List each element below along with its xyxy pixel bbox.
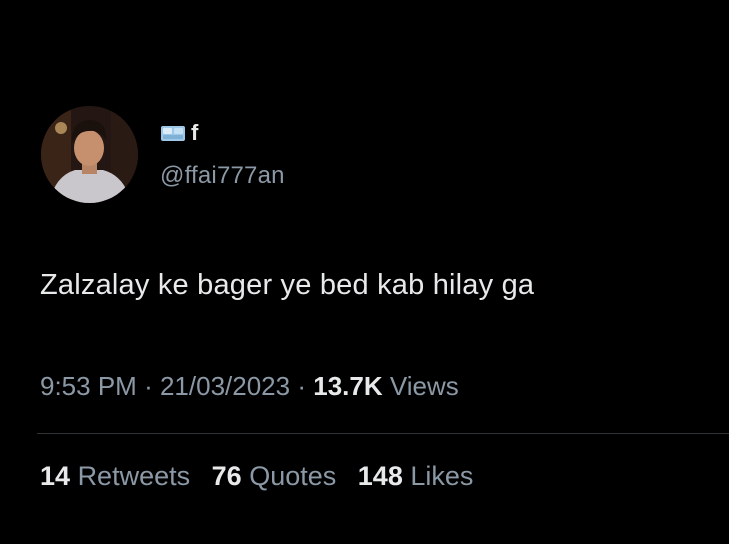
views-label: Views <box>389 371 459 401</box>
quotes-count: 76 <box>211 461 242 491</box>
display-name: f <box>191 120 199 145</box>
tweet-date[interactable]: 21/03/2023 <box>160 371 290 401</box>
views-count: 13.7K <box>313 371 383 401</box>
author-name-row[interactable]: f <box>160 121 198 145</box>
tweet-stats: 14 Retweets 76 Quotes 148 Likes <box>40 458 487 494</box>
quotes-label: Quotes <box>249 461 337 491</box>
divider <box>37 433 729 434</box>
retweets-count: 14 <box>40 461 71 491</box>
tweet-card: f @ffai777an Zalzalay ke bager ye bed ka… <box>0 0 729 544</box>
tweet-time[interactable]: 9:53 PM <box>40 371 137 401</box>
meta-separator: · <box>144 371 153 401</box>
likes-stat[interactable]: 148 Likes <box>358 461 474 491</box>
quotes-stat[interactable]: 76 Quotes <box>212 461 344 491</box>
likes-count: 148 <box>357 461 403 491</box>
ice-cube-emoji-icon <box>160 123 187 143</box>
likes-label: Likes <box>410 461 474 491</box>
author-handle[interactable]: @ffai777an <box>160 161 285 191</box>
retweets-stat[interactable]: 14 Retweets <box>40 461 198 491</box>
profile-photo-icon <box>41 106 138 203</box>
tweet-text: Zalzalay ke bager ye bed kab hilay ga <box>40 269 535 301</box>
tweet-meta: 9:53 PM · 21/03/2023 · 13.7K Views <box>40 368 459 404</box>
avatar[interactable] <box>41 106 138 203</box>
meta-separator: · <box>297 371 307 401</box>
retweets-label: Retweets <box>77 461 191 491</box>
